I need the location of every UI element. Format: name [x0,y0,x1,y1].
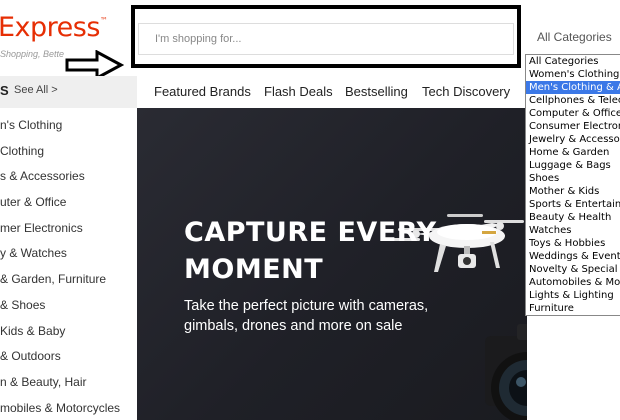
see-all-link[interactable]: See All > [14,84,58,96]
banner-title: CAPTURE EVERY MOMENT [184,214,464,288]
top-nav: Featured Brands Flash Deals Bestselling … [137,76,527,108]
banner-subtitle: Take the perfect picture with cameras, g… [184,296,484,336]
dropdown-option[interactable]: Shoes [526,172,620,185]
sidebar-item[interactable]: y & Watches [0,246,67,260]
banner-title-line2: MOMENT [184,254,324,285]
nav-featured-brands[interactable]: Featured Brands [154,84,251,99]
sidebar-item[interactable]: Kids & Baby [0,324,65,338]
dropdown-option[interactable]: Computer & Office [526,107,620,120]
category-select[interactable]: All Categories [537,30,612,44]
nav-flash-deals[interactable]: Flash Deals [264,84,333,99]
dropdown-option[interactable]: Automobiles & Moto [526,276,620,289]
sidebar-item[interactable]: mer Electronics [0,221,83,235]
category-sidebar: S See All > n's Clothing Clothing s & Ac… [0,76,137,420]
dropdown-option[interactable]: Cellphones & Teleco [526,94,620,107]
banner-title-line1: CAPTURE EVERY [184,217,437,248]
dropdown-option[interactable]: Novelty & Special Us [526,263,620,276]
search-input[interactable]: I'm shopping for... [138,23,514,55]
nav-tech-discovery[interactable]: Tech Discovery [422,84,510,99]
camera-icon [485,324,527,420]
category-dropdown[interactable]: All Categories Women's Clothing & Men's … [525,54,620,316]
dropdown-option[interactable]: All Categories [526,55,620,68]
logo-tagline: Shopping, Bette [0,49,65,59]
dropdown-option[interactable]: Sports & Entertainm [526,198,620,211]
dropdown-option[interactable]: Beauty & Health [526,211,620,224]
site-logo[interactable]: Express™ [0,12,108,43]
nav-bestselling[interactable]: Bestselling [345,84,408,99]
sidebar-item[interactable]: n's Clothing [0,118,62,132]
sidebar-item[interactable]: mobiles & Motorcycles [0,401,120,415]
banner-subtitle-line2: gimbals, drones and more on sale [184,318,403,334]
sidebar-item[interactable]: & Shoes [0,298,45,312]
sidebar-item[interactable]: Clothing [0,144,44,158]
sidebar-heading: S [0,83,9,98]
logo-text: Express [0,12,100,43]
dropdown-option[interactable]: Luggage & Bags [526,159,620,172]
dropdown-option[interactable]: Watches [526,224,620,237]
dropdown-option[interactable]: Home & Garden [526,146,620,159]
search-placeholder: I'm shopping for... [155,33,242,45]
dropdown-option[interactable]: Lights & Lighting [526,289,620,302]
dropdown-option[interactable]: Women's Clothing & [526,68,620,81]
logo-trademark: ™ [99,16,108,25]
sidebar-header: S See All > [0,76,137,108]
sidebar-item[interactable]: s & Accessories [0,169,85,183]
sidebar-item[interactable]: & Garden, Furniture [0,272,106,286]
dropdown-option-selected[interactable]: Men's Clothing & Acc [526,81,620,94]
dropdown-option[interactable]: Mother & Kids [526,185,620,198]
dropdown-option[interactable]: Weddings & Events [526,250,620,263]
dropdown-option[interactable]: Jewelry & Accessori [526,133,620,146]
sidebar-item[interactable]: uter & Office [0,195,66,209]
dropdown-option[interactable]: Consumer Electronic [526,120,620,133]
dropdown-option[interactable]: Toys & Hobbies [526,237,620,250]
sidebar-item[interactable]: & Outdoors [0,349,61,363]
dropdown-option[interactable]: Furniture [526,302,620,315]
promo-banner[interactable]: CAPTURE EVERY MOMENT Take the perfect pi… [137,108,527,420]
banner-subtitle-line1: Take the perfect picture with cameras, [184,298,429,314]
sidebar-item[interactable]: n & Beauty, Hair [0,375,86,389]
search-box-highlight: I'm shopping for... [131,5,521,68]
